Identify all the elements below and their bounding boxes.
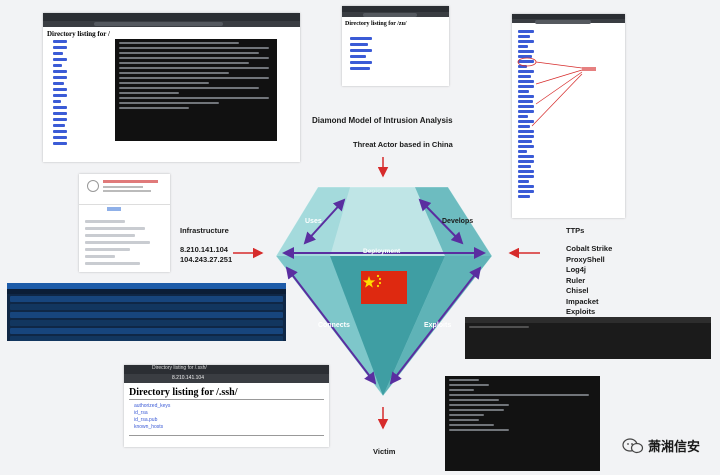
wechat-watermark: 萧湘信安: [622, 436, 700, 455]
infrastructure-label: Infrastructure: [180, 226, 229, 235]
watermark-text: 萧湘信安: [648, 440, 701, 455]
victim-label: Victim: [373, 447, 396, 456]
diamond-model-graphic: [233, 157, 540, 430]
ttp-item: ProxyShell: [566, 254, 605, 264]
threat-actor-label: Threat Actor based in China: [353, 140, 453, 149]
ttp-item: Impacket: [566, 296, 599, 306]
ttp-item: Exploits: [566, 307, 596, 316]
wechat-icon: [622, 437, 644, 453]
ttp-item: Cobalt Strike: [566, 244, 613, 253]
edge-label-uses: Uses: [305, 218, 322, 225]
infrastructure-ip: 8.210.141.104: [180, 245, 228, 254]
ttp-item: Chisel: [566, 286, 589, 295]
diagram-title: Diamond Model of Intrusion Analysis: [312, 116, 453, 125]
china-flag-icon: [361, 271, 407, 304]
ttp-item: Log4j: [566, 265, 586, 274]
edge-label-exploits: Exploits: [424, 322, 452, 329]
edge-label-connects: Connects: [318, 322, 350, 329]
infrastructure-ip: 104.243.27.251: [180, 255, 233, 264]
ttp-item: Ruler: [566, 275, 586, 285]
ttps-list: Cobalt Strike ProxyShell Log4j Ruler Chi…: [566, 244, 612, 318]
edge-label-develops: Develops: [442, 218, 474, 225]
edge-label-deployment: Deployment: [363, 248, 401, 255]
ttps-label: TTPs: [566, 226, 585, 235]
